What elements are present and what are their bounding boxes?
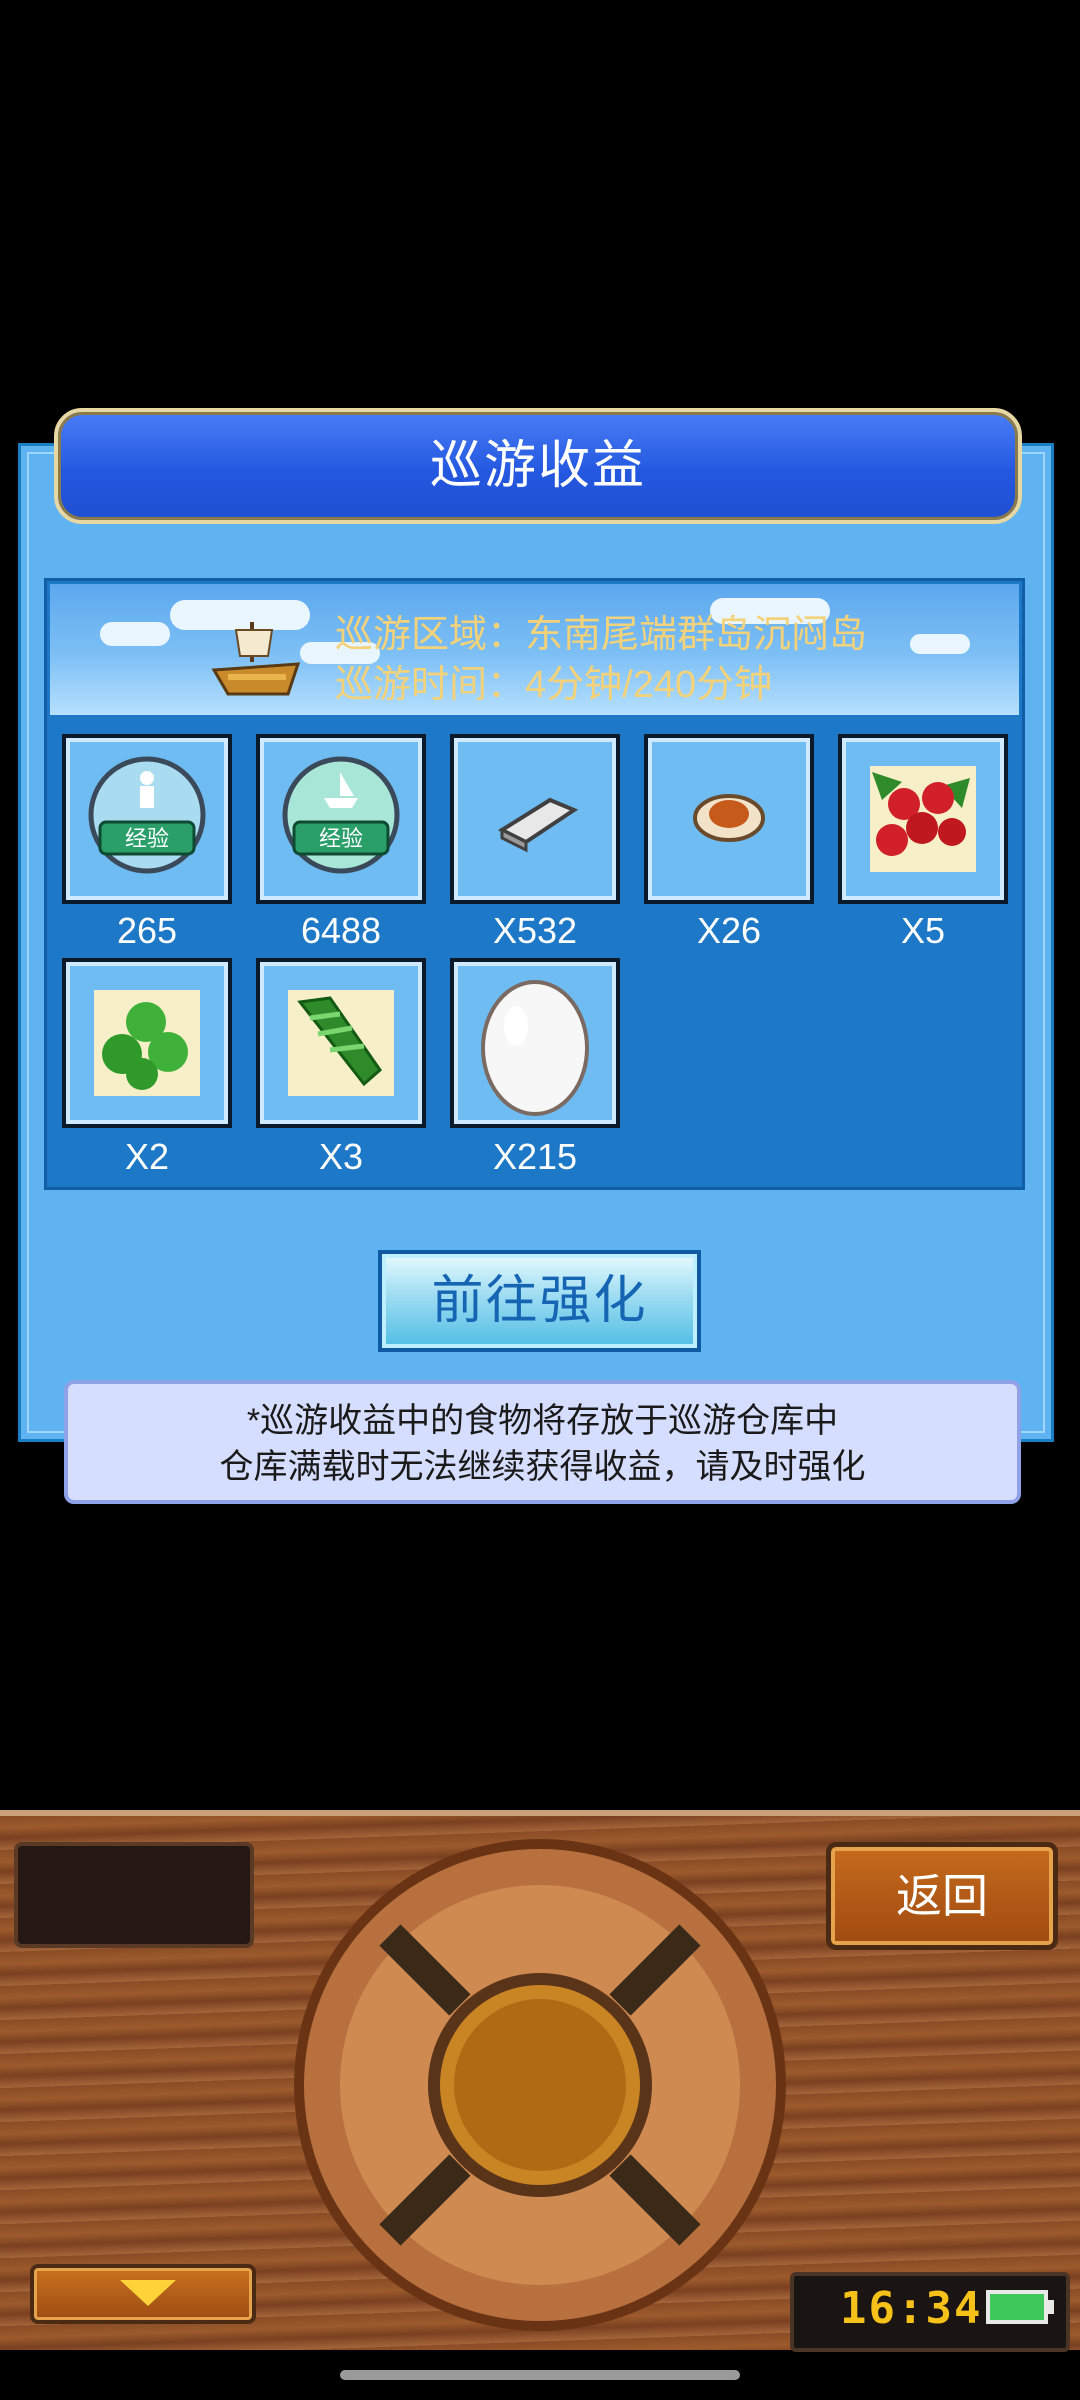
- silver-ingot-icon: [497, 797, 579, 853]
- cruise-region: 巡游区域：东南尾端群岛沉闷岛: [335, 614, 868, 656]
- reward-label: 6488: [300, 910, 382, 951]
- reward-item-egg[interactable]: [450, 958, 620, 1128]
- cruise-info: 巡游区域：东南尾端群岛沉闷岛 巡游时间：4分钟/240分钟: [335, 610, 867, 710]
- reward-item-vegetable[interactable]: [256, 958, 426, 1128]
- reward-label: X3: [318, 1136, 364, 1177]
- reward-item-silver[interactable]: [450, 734, 620, 904]
- green-vegetable-icon: [288, 990, 394, 1096]
- exp-person-icon: 经验: [88, 756, 206, 874]
- reward-item-meat[interactable]: [644, 734, 814, 904]
- exp-boat-icon: 经验: [282, 756, 400, 874]
- reward-item-exp-person[interactable]: 经验: [62, 734, 232, 904]
- home-indicator[interactable]: [340, 2370, 740, 2380]
- reward-label: X26: [696, 910, 762, 951]
- go-strengthen-button[interactable]: 前往强化: [378, 1250, 701, 1352]
- console-screen-slot: [14, 1842, 254, 1948]
- clock-display: 16:34: [840, 2283, 983, 2334]
- reward-label: X215: [492, 1136, 578, 1177]
- battery-icon: [986, 2290, 1054, 2324]
- notice-line-2: 仓库满载时无法继续获得收益，请及时强化: [219, 1448, 866, 1486]
- egg-icon: [481, 980, 589, 1116]
- reward-label: X5: [900, 910, 946, 951]
- meat-icon: [693, 794, 765, 842]
- dialog-title: 巡游收益: [429, 437, 646, 495]
- green-peas-icon: [94, 990, 200, 1096]
- ship-icon: [211, 622, 301, 696]
- scroll-down-button[interactable]: [30, 2264, 256, 2324]
- reward-label: X532: [492, 910, 578, 951]
- notice-line-1: *巡游收益中的食物将存放于巡游仓库中: [246, 1402, 839, 1440]
- svg-text:经验: 经验: [125, 827, 169, 852]
- dpad-icon[interactable]: [290, 1835, 790, 2335]
- down-arrow-icon: [120, 2280, 176, 2306]
- svg-text:经验: 经验: [319, 827, 363, 852]
- reward-item-peas[interactable]: [62, 958, 232, 1128]
- reward-label: X2: [124, 1136, 170, 1177]
- cruise-time: 巡游时间：4分钟/240分钟: [335, 664, 773, 706]
- reward-label: 265: [116, 910, 178, 951]
- storage-notice: *巡游收益中的食物将存放于巡游仓库中 仓库满载时无法继续获得收益，请及时强化: [64, 1380, 1021, 1504]
- red-berries-icon: [870, 766, 976, 872]
- back-button[interactable]: 返回: [826, 1842, 1058, 1950]
- reward-item-berries[interactable]: [838, 734, 1008, 904]
- reward-item-exp-boat[interactable]: 经验: [256, 734, 426, 904]
